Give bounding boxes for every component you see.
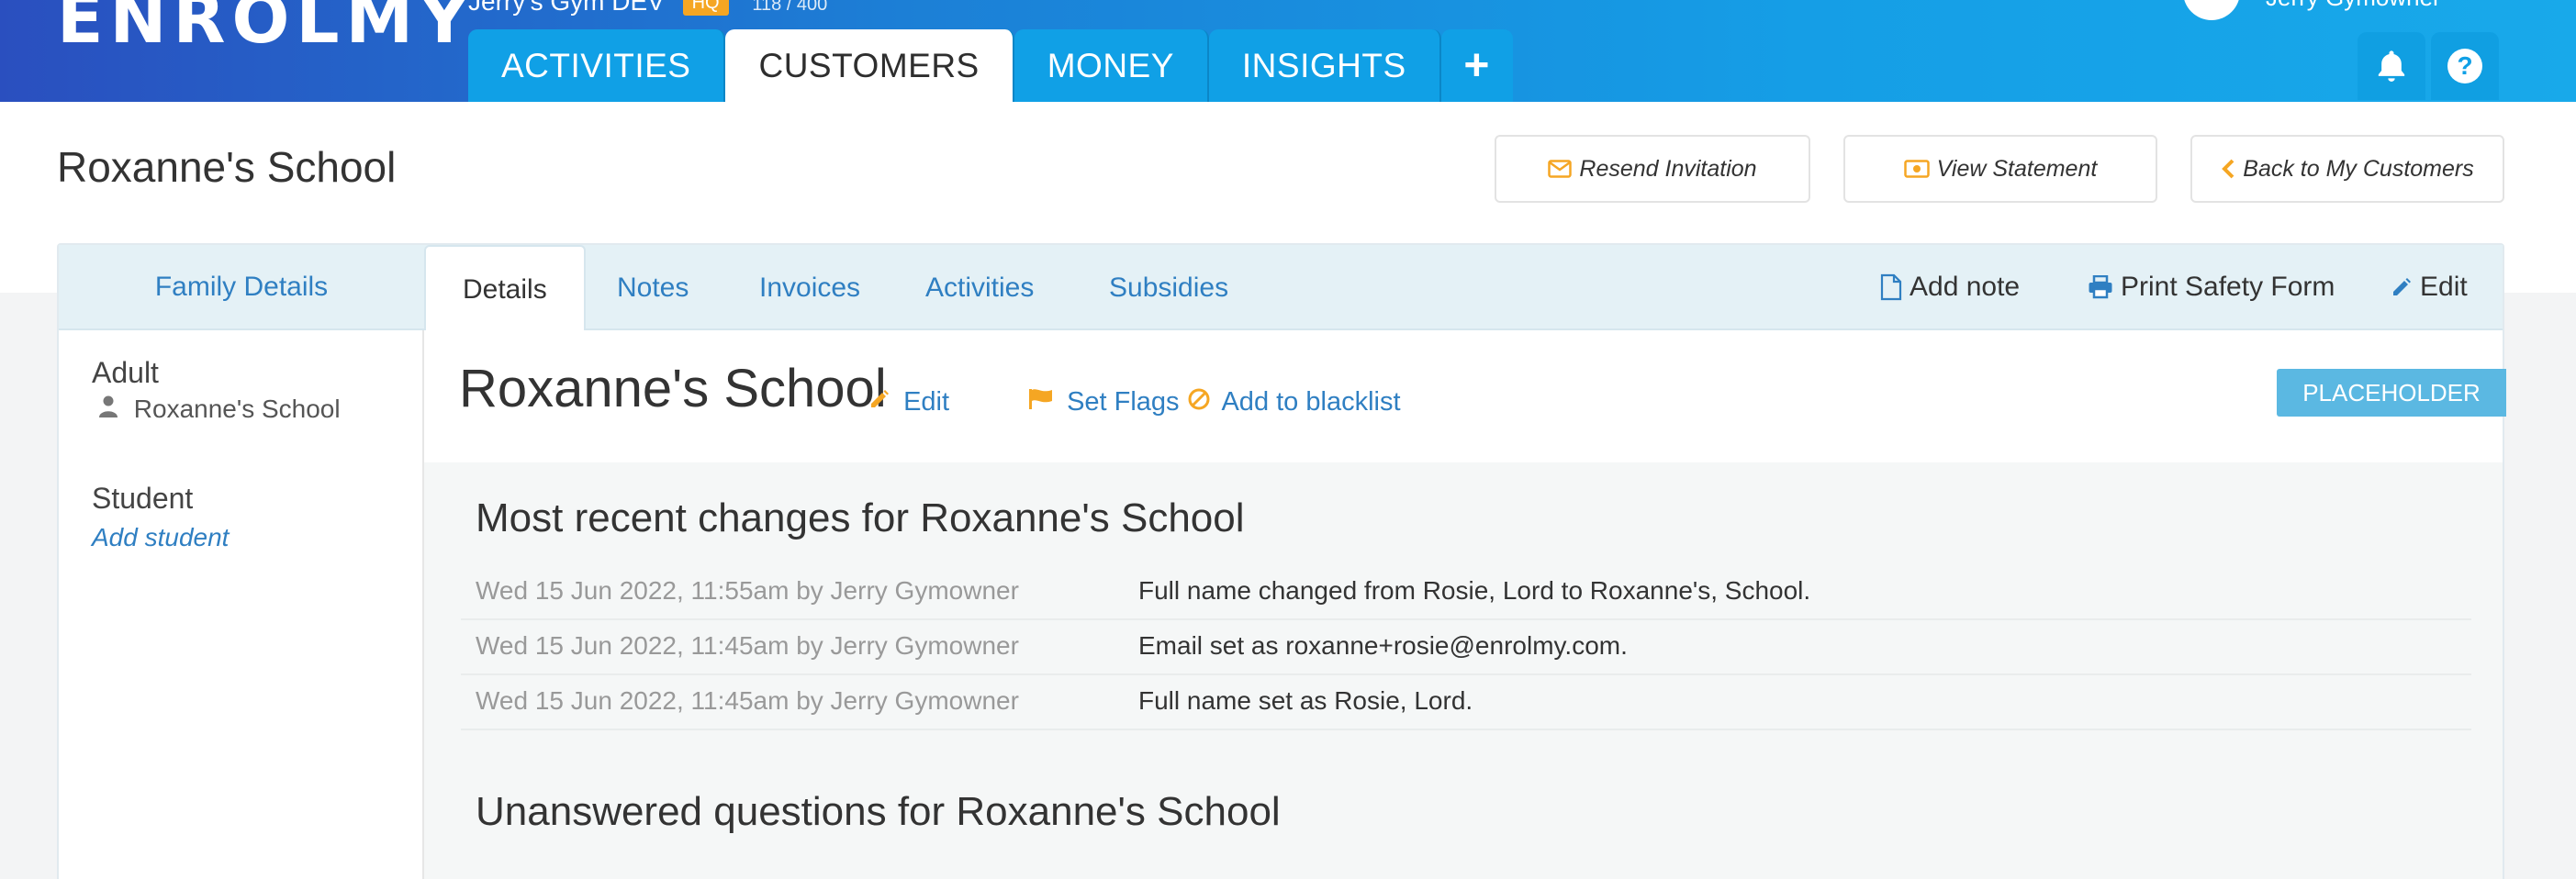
flag-icon (1029, 389, 1052, 409)
adult-member[interactable]: Roxanne's School (99, 395, 341, 424)
set-flags-link[interactable]: Set Flags (1028, 387, 1180, 417)
help-icon: ? (2447, 49, 2482, 83)
change-row: Wed 15 Jun 2022, 11:55am by Jerry Gymown… (461, 565, 2471, 620)
user-avatar[interactable] (2183, 0, 2240, 20)
add-note-label: Add note (1910, 271, 2021, 302)
user-icon (99, 395, 118, 417)
print-safety-form-button[interactable]: Print Safety Form (2088, 245, 2335, 328)
tab-invoices[interactable]: Invoices (759, 245, 860, 330)
notifications-button[interactable] (2358, 32, 2425, 100)
family-sidebar: Adult Roxanne's School Student Add stude… (59, 330, 424, 879)
envelope-icon (1548, 160, 1573, 178)
tab-subsidies[interactable]: Subsidies (1109, 245, 1228, 330)
unanswered-questions-title: Unanswered questions for Roxanne's Schoo… (476, 789, 1281, 834)
print-safety-form-label: Print Safety Form (2121, 271, 2335, 302)
ban-icon (1188, 388, 1210, 410)
tab-details[interactable]: Details (424, 245, 586, 332)
money-icon (1903, 160, 1930, 178)
change-description: Full name changed from Rosie, Lord to Ro… (1138, 576, 1811, 605)
resend-invitation-label: Resend Invitation (1579, 155, 1757, 182)
customer-name: Roxanne's School (459, 359, 887, 418)
user-name[interactable]: Jerry Gymowner (2266, 0, 2441, 12)
org-selector[interactable]: Jerry's Gym DEV HQ 118 / 400 (468, 0, 827, 17)
back-to-customers-label: Back to My Customers (2243, 155, 2474, 182)
enrolmy-logo[interactable]: ENROLMY (57, 0, 476, 59)
pencil-icon (2393, 277, 2411, 295)
help-button[interactable]: ? (2431, 32, 2499, 100)
recent-changes-section: Most recent changes for Roxanne's School… (424, 462, 2503, 879)
add-to-blacklist-label: Add to blacklist (1221, 387, 1401, 417)
nav-tab-insights[interactable]: INSIGHTS (1208, 29, 1441, 102)
nav-tab-customers[interactable]: CUSTOMERS (725, 29, 1014, 102)
placeholder-button[interactable]: PLACEHOLDER (2277, 369, 2506, 417)
page-title: Roxanne's School (57, 143, 397, 191)
edit-profile-label: Edit (903, 387, 950, 417)
add-to-blacklist-link[interactable]: Add to blacklist (1188, 387, 1401, 417)
nav-tab-activities[interactable]: ACTIVITIES (468, 29, 726, 102)
set-flags-label: Set Flags (1067, 387, 1180, 417)
nav-tab-money[interactable]: MONEY (1014, 29, 1209, 102)
profile-header: Roxanne's School Edit Set Flags Add to b… (424, 330, 2506, 462)
org-hq-badge: HQ (682, 0, 729, 17)
main-nav: ACTIVITIES CUSTOMERS MONEY INSIGHTS + (468, 29, 1513, 102)
org-count: 118 / 400 (752, 0, 828, 15)
tab-activities[interactable]: Activities (925, 245, 1034, 330)
printer-icon (2089, 274, 2112, 298)
nav-add-button[interactable]: + (1440, 29, 1513, 102)
adult-name: Roxanne's School (133, 395, 341, 423)
add-student-link[interactable]: Add student (92, 523, 229, 552)
change-description: Email set as roxanne+rosie@enrolmy.com. (1138, 631, 1628, 660)
edit-label: Edit (2420, 271, 2468, 302)
add-note-button[interactable]: Add note (1880, 245, 2020, 328)
recent-changes-title: Most recent changes for Roxanne's School (476, 495, 1245, 540)
change-timestamp: Wed 15 Jun 2022, 11:55am by Jerry Gymown… (476, 576, 1019, 605)
bell-icon (2378, 50, 2405, 82)
adult-heading: Adult (92, 356, 159, 389)
chevron-left-icon (2222, 159, 2234, 179)
tab-family-details[interactable]: Family Details (59, 245, 424, 328)
edit-profile-link[interactable]: Edit (868, 387, 949, 417)
change-row: Wed 15 Jun 2022, 11:45am by Jerry Gymown… (461, 620, 2471, 675)
change-timestamp: Wed 15 Jun 2022, 11:45am by Jerry Gymown… (476, 686, 1019, 715)
tab-bar: Family Details Details Notes Invoices Ac… (59, 245, 2503, 332)
back-to-customers-button[interactable]: Back to My Customers (2190, 135, 2504, 203)
resend-invitation-button[interactable]: Resend Invitation (1495, 135, 1810, 203)
tab-notes[interactable]: Notes (617, 245, 689, 330)
customer-card: Family Details Details Notes Invoices Ac… (57, 243, 2506, 879)
student-heading: Student (92, 482, 194, 515)
document-icon (1880, 273, 1902, 300)
details-panel: Roxanne's School Edit Set Flags Add to b… (424, 330, 2506, 879)
top-header: ENROLMY Jerry's Gym DEV HQ 118 / 400 Jer… (0, 0, 2576, 102)
org-name: Jerry's Gym DEV (468, 0, 665, 16)
change-row: Wed 15 Jun 2022, 11:45am by Jerry Gymown… (461, 675, 2471, 730)
view-statement-button[interactable]: View Statement (1843, 135, 2157, 203)
pencil-icon (871, 390, 889, 407)
edit-button[interactable]: Edit (2391, 245, 2468, 328)
change-description: Full name set as Rosie, Lord. (1138, 686, 1473, 715)
change-timestamp: Wed 15 Jun 2022, 11:45am by Jerry Gymown… (476, 631, 1019, 660)
view-statement-label: View Statement (1936, 155, 2098, 182)
